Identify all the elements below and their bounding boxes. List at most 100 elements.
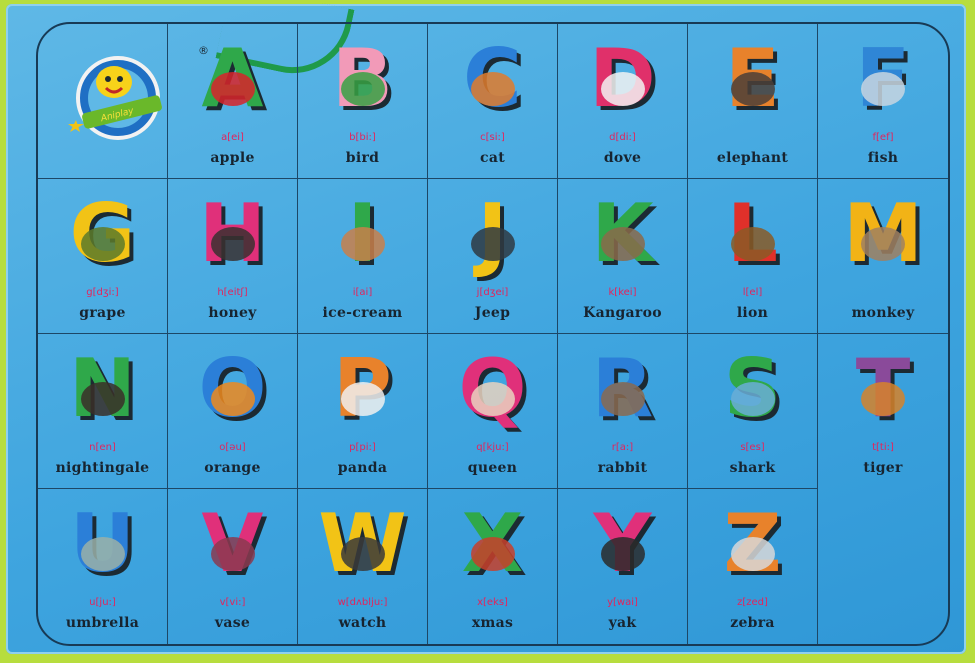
word-label: vase (214, 615, 251, 631)
letter-card-p: Pp[pi:]panda (298, 334, 428, 489)
letter-card-e: Eelephant (688, 24, 818, 179)
phonetic-label: x[eks] (477, 597, 508, 608)
apple-icon (210, 72, 255, 106)
word-label: honey (208, 305, 257, 321)
xmas-icon (470, 537, 515, 571)
word-label: rabbit (597, 460, 648, 476)
word-label: queen (467, 460, 518, 476)
phonetic-label: u[ju:] (89, 597, 116, 608)
word-label: grape (79, 305, 126, 321)
jeep-icon (470, 227, 515, 261)
cat-icon (470, 72, 515, 106)
tiger-icon (861, 382, 905, 416)
zebra-icon (730, 537, 775, 571)
phonetic-label: n[en] (89, 442, 116, 453)
parrot-icon (340, 72, 385, 106)
rabbit-icon (600, 382, 645, 416)
letter-card-v: Vv[vi:]vase (168, 489, 298, 644)
word-label: orange (204, 460, 261, 476)
phonetic-label: r[a:] (611, 442, 634, 453)
letter-card-j: Jj[dʒei]Jeep (428, 179, 558, 334)
yak-icon (600, 537, 645, 571)
word-label: zebra (730, 615, 775, 631)
phonetic-label: a[ei] (221, 132, 244, 143)
phonetic-label: c[si:] (480, 132, 505, 143)
letter-card-h: Hh[eitʃ]honey (168, 179, 298, 334)
phonetic-label: o[əu] (219, 442, 246, 453)
letter-card-z: Zz[zed]zebra (688, 489, 818, 644)
phonetic-label: q[kju:] (476, 442, 509, 453)
elephant-icon (730, 72, 775, 106)
vase-icon (210, 537, 255, 571)
queen-icon (470, 382, 515, 416)
nightingale-icon (80, 382, 125, 416)
kangaroo-icon (600, 227, 645, 261)
phonetic-label: s[es] (740, 442, 765, 453)
honey-icon (210, 227, 255, 261)
phonetic-label: g[dʒi:] (86, 287, 119, 298)
word-label: cat (480, 150, 505, 166)
letter-card-s: Ss[es]shark (688, 334, 818, 489)
letter-card-o: Oo[əu]orange (168, 334, 298, 489)
letter-card-f: Ff[ef]fish (818, 24, 948, 179)
word-label: umbrella (65, 615, 140, 631)
letter-card-g: Gg[dʒi:]grape (38, 179, 168, 334)
ice-cream-icon (340, 227, 385, 261)
letter-card-x: Xx[eks]xmas (428, 489, 558, 644)
letter-card-n: Nn[en]nightingale (38, 334, 168, 489)
word-label: ice-cream (322, 305, 403, 321)
letter-card-l: Ll[el]lion (688, 179, 818, 334)
letter-card-k: Kk[kei]Kangaroo (558, 179, 688, 334)
phonetic-label: l[el] (742, 287, 763, 298)
letter-card-q: Qq[kju:]queen (428, 334, 558, 489)
word-label: bird (345, 150, 380, 166)
fish-icon (861, 72, 905, 106)
word-label: nightingale (55, 460, 150, 476)
letter-card-w: Ww[dʌblju:]watch (298, 489, 428, 644)
word-label: tiger (863, 460, 903, 476)
phonetic-label: t[ti:] (872, 442, 894, 453)
panda-icon (340, 382, 385, 416)
phonetic-label: j[dʒei] (476, 287, 509, 298)
phonetic-label: f[ef] (872, 132, 894, 143)
phonetic-label: d[di:] (609, 132, 636, 143)
lion-icon (730, 227, 775, 261)
word-label: monkey (851, 305, 915, 321)
logo-cell: Aniplay ® (38, 24, 209, 179)
phonetic-label: y[wai] (607, 597, 638, 608)
letter-card-t: Tt[ti:]tiger (818, 334, 948, 489)
monkey-icon (861, 227, 905, 261)
word-label: panda (337, 460, 388, 476)
word-label: dove (603, 150, 642, 166)
word-label: watch (338, 615, 387, 631)
letter-card-y: Yy[wai]yak (558, 489, 688, 644)
letter-card-c: Cc[si:]cat (428, 24, 558, 179)
letter-card-b: Bb[bi:]bird (298, 24, 428, 179)
word-label: Kangaroo (583, 305, 662, 321)
shark-icon (730, 382, 775, 416)
word-label: elephant (716, 150, 789, 166)
phonetic-label: b[bi:] (349, 132, 376, 143)
phonetic-label: w[dʌblju:] (337, 597, 388, 608)
letter-card-a: Aa[ei]apple (168, 24, 298, 179)
word-label: yak (608, 615, 637, 631)
phonetic-label: h[eitʃ] (217, 287, 248, 298)
orange-icon (210, 382, 255, 416)
letter-card-u: Uu[ju:]umbrella (38, 489, 168, 644)
alphabet-poster: Aniplay ® Aa[ei]appleBb[bi:]birdCc[si:]c… (6, 0, 966, 654)
word-label: xmas (471, 615, 514, 631)
phonetic-label: p[pi:] (349, 442, 376, 453)
umbrella-icon (80, 537, 125, 571)
letter-card-i: Ii[ai]ice-cream (298, 179, 428, 334)
dove-icon (600, 72, 645, 106)
letter-card-r: Rr[a:]rabbit (558, 334, 688, 489)
phonetic-label: k[kei] (608, 287, 637, 298)
watch-icon (340, 537, 385, 571)
phonetic-label: i[ai] (352, 287, 373, 298)
word-label: apple (210, 150, 255, 166)
phonetic-label: v[vi:] (219, 597, 246, 608)
word-label: Jeep (474, 305, 511, 321)
word-label: shark (729, 460, 776, 476)
alphabet-grid: Aniplay ® Aa[ei]appleBb[bi:]birdCc[si:]c… (36, 22, 950, 646)
phonetic-label: z[zed] (737, 597, 768, 608)
